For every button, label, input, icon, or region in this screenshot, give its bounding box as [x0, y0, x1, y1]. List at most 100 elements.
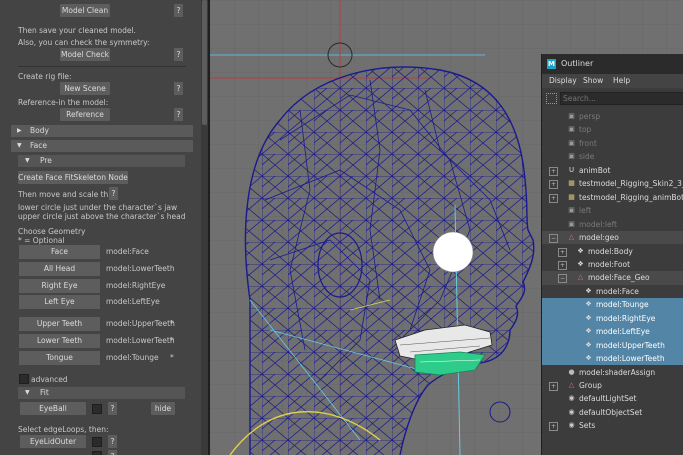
- section-face[interactable]: ▼ Face: [11, 140, 193, 152]
- geo-left-eye-button[interactable]: Left Eye: [19, 295, 100, 309]
- geo-all-head-button[interactable]: All Head: [19, 262, 100, 276]
- move-scale-text: Then move and scale this:: [18, 190, 117, 199]
- help-button-reference[interactable]: ?: [174, 108, 183, 121]
- outliner-row-label: persp: [579, 112, 601, 121]
- subsection-fit-label: Fit: [40, 388, 49, 397]
- group-icon: △: [568, 381, 575, 389]
- outliner-row[interactable]: + ❖ model:Body: [542, 245, 683, 258]
- reference-button[interactable]: Reference: [60, 108, 110, 121]
- optional-star: *: [170, 319, 174, 328]
- menu-display[interactable]: Display: [549, 74, 577, 88]
- outliner-row[interactable]: ❖ model:Face: [542, 285, 683, 298]
- eyeball-button[interactable]: EyeBall: [20, 402, 86, 415]
- outliner-row[interactable]: + ▦ testmodel_Rigging_animBot: [542, 191, 683, 204]
- outliner-row[interactable]: ● model:shaderAssign: [542, 366, 683, 379]
- geo-upper-teeth-value: model:UpperTeeth: [106, 319, 175, 328]
- subsection-pre[interactable]: ▼ Pre: [18, 155, 185, 167]
- filter-icon[interactable]: [546, 93, 557, 104]
- geo-lower-teeth-button[interactable]: Lower Teeth: [19, 334, 100, 348]
- menu-show[interactable]: Show: [583, 74, 603, 88]
- new-scene-button[interactable]: New Scene: [60, 82, 110, 95]
- help-button-eyelid-2[interactable]: ?: [108, 450, 117, 455]
- expand-toggle-icon[interactable]: +: [549, 166, 558, 176]
- outliner-row[interactable]: ▣ front: [542, 137, 683, 150]
- outliner-row-label: animBot: [579, 165, 611, 175]
- outliner-row-label: model:RightEye: [596, 313, 656, 323]
- outliner-row[interactable]: + UanimBot: [542, 164, 683, 177]
- geo-tongue-button[interactable]: Tongue: [19, 351, 100, 365]
- expand-toggle-icon[interactable]: +: [549, 180, 558, 190]
- expand-toggle-icon[interactable]: +: [549, 382, 558, 391]
- expand-toggle-icon[interactable]: +: [558, 260, 567, 270]
- lower-circle-text: lower circle just under the character`s …: [18, 203, 178, 212]
- outliner-row[interactable]: ❖ model:LeftEye: [542, 325, 683, 339]
- advanced-checkbox[interactable]: [19, 374, 29, 384]
- help-button-eyeball[interactable]: ?: [108, 402, 117, 415]
- set-icon: ◉: [568, 394, 575, 403]
- optional-star: *: [170, 353, 174, 362]
- outliner-row-label: model:LowerTeeth: [596, 354, 665, 364]
- geo-right-eye-button[interactable]: Right Eye: [19, 279, 100, 293]
- help-button-eyelid-outer[interactable]: ?: [108, 435, 117, 448]
- expand-toggle-icon[interactable]: +: [558, 247, 567, 257]
- eyeball-checkbox[interactable]: [92, 404, 102, 414]
- help-button-new-scene[interactable]: ?: [174, 82, 183, 95]
- magnet-icon: U: [568, 165, 575, 174]
- outliner-row-label: model:UpperTeeth: [596, 340, 665, 350]
- outliner-row[interactable]: ❖ model:LowerTeeth: [542, 352, 683, 366]
- help-button-model-clean[interactable]: ?: [174, 4, 183, 17]
- outliner-row[interactable]: − △ model:geo: [542, 231, 683, 245]
- expand-toggle-icon[interactable]: +: [549, 422, 558, 432]
- maya-logo-icon: M: [547, 59, 556, 69]
- create-face-fitskeleton-button[interactable]: Create Face FitSkeleton Node: [18, 171, 128, 184]
- outliner-row[interactable]: + ❖ model:Foot: [542, 258, 683, 271]
- menu-help[interactable]: Help: [613, 74, 630, 88]
- outliner-row[interactable]: + ▦ testmodel_Rigging_Skin2_3_an: [542, 177, 683, 190]
- create-rig-label: Create rig file:: [18, 72, 72, 81]
- outliner-row[interactable]: ▣ top: [542, 123, 683, 136]
- geo-face-button[interactable]: Face: [19, 245, 100, 259]
- expand-toggle-icon[interactable]: −: [558, 274, 567, 284]
- outliner-row[interactable]: ◉ defaultObjectSet: [542, 406, 683, 419]
- mesh-icon: ❖: [585, 340, 592, 349]
- panel-scrollbar-thumb[interactable]: [202, 0, 207, 125]
- outliner-row[interactable]: ❖ model:Tounge: [542, 298, 683, 312]
- outliner-row[interactable]: ▣ persp: [542, 110, 683, 123]
- section-body[interactable]: ▶ Body: [11, 125, 193, 137]
- camera-icon: ▣: [568, 219, 575, 228]
- triangle-down-icon: ▼: [17, 142, 22, 149]
- camera-icon: ▣: [568, 206, 575, 215]
- frame-icon: ▦: [568, 192, 575, 201]
- section-body-label: Body: [30, 126, 49, 135]
- outliner-row[interactable]: ◉ defaultLightSet: [542, 392, 683, 405]
- outliner-row[interactable]: ▣ side: [542, 150, 683, 163]
- outliner-row[interactable]: + ◉ Sets: [542, 419, 683, 432]
- model-clean-button[interactable]: Model Clean: [60, 4, 110, 17]
- hide-button[interactable]: hide: [151, 402, 175, 415]
- outliner-row[interactable]: ❖ model:UpperTeeth: [542, 338, 683, 353]
- eyelid-outer-checkbox[interactable]: [92, 437, 102, 447]
- subsection-pre-label: Pre: [40, 156, 52, 165]
- help-button-move-scale[interactable]: ?: [109, 187, 118, 200]
- outliner-row[interactable]: ❖ model:RightEye: [542, 311, 683, 326]
- group-icon: △: [568, 233, 575, 242]
- eyelid-checkbox-2[interactable]: [92, 451, 102, 455]
- outliner-row[interactable]: ▣ left: [542, 204, 683, 217]
- divider: [18, 66, 186, 67]
- expand-toggle-icon[interactable]: −: [549, 234, 558, 244]
- frame-icon: ▦: [568, 179, 575, 188]
- outliner-row[interactable]: − △ model:Face_Geo: [542, 271, 683, 285]
- outliner-row[interactable]: + △ Group: [542, 379, 683, 392]
- outliner-row-label: model:Face_Geo: [588, 273, 650, 283]
- outliner-titlebar[interactable]: M Outliner: [542, 54, 683, 74]
- outliner-search-input[interactable]: [560, 92, 683, 105]
- eyelid-outer-button[interactable]: EyeLidOuter: [20, 435, 86, 448]
- expand-toggle-icon[interactable]: +: [549, 193, 558, 203]
- outliner-search-bar: [542, 90, 683, 106]
- mesh-icon: ❖: [585, 286, 592, 295]
- help-button-model-check[interactable]: ?: [174, 48, 183, 61]
- outliner-row[interactable]: ▣ model:left: [542, 218, 683, 231]
- subsection-fit[interactable]: ▼ Fit: [18, 387, 185, 399]
- geo-upper-teeth-button[interactable]: Upper Teeth: [19, 317, 100, 331]
- model-check-button[interactable]: Model Check: [60, 48, 110, 61]
